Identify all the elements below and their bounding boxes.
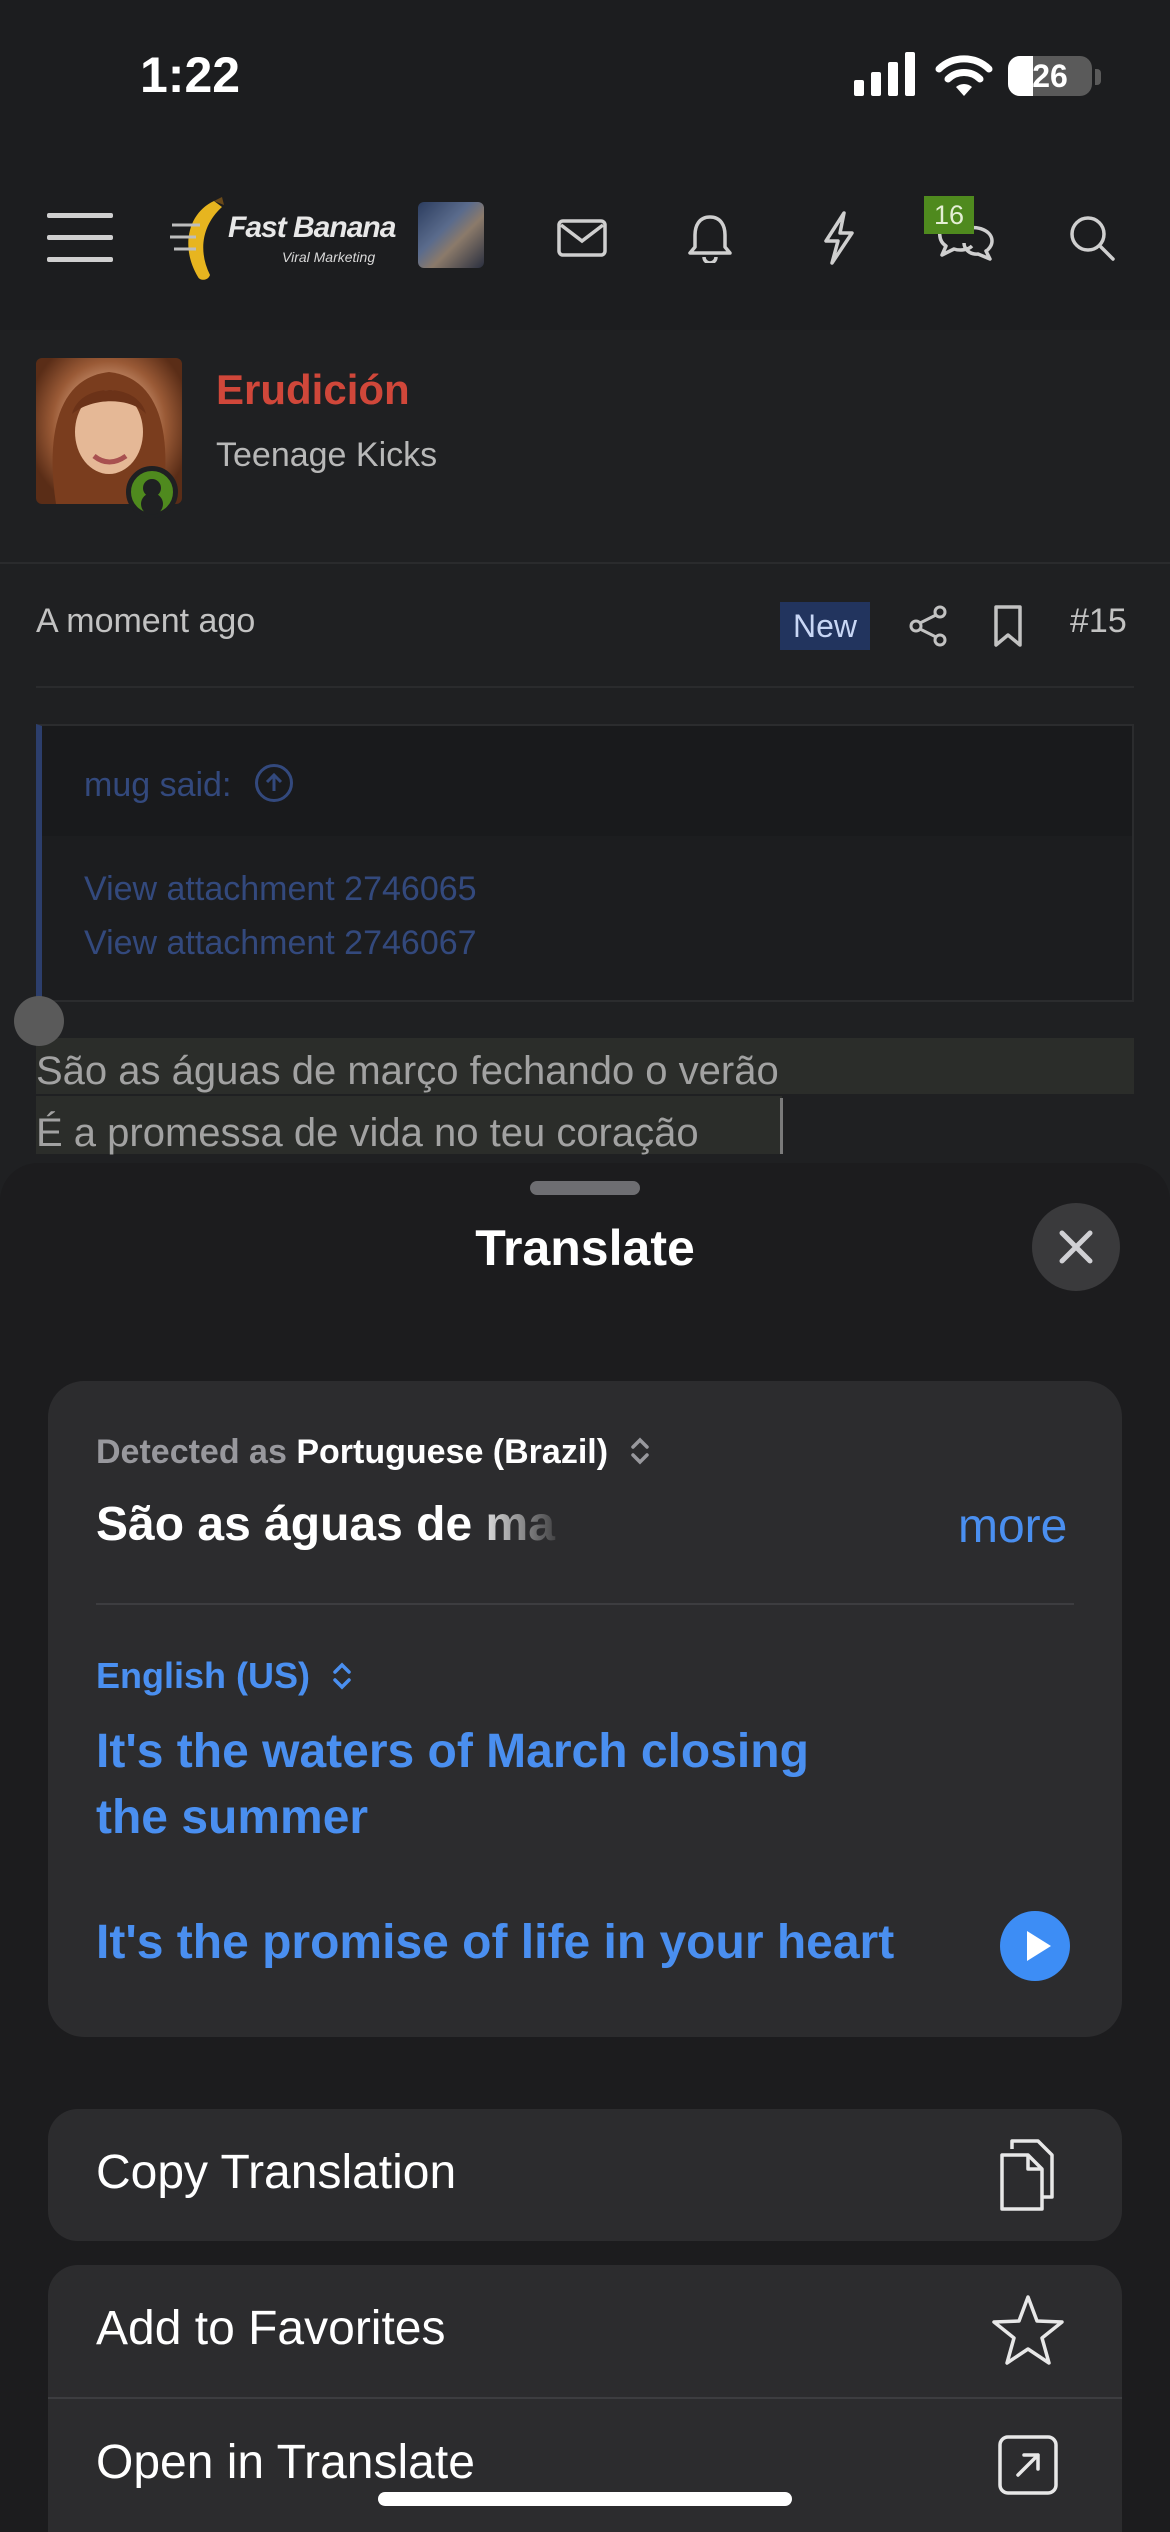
home-indicator[interactable] <box>378 2492 792 2506</box>
divider <box>36 686 1134 688</box>
chevron-up-down-icon <box>333 1662 351 1690</box>
open-external-icon <box>998 2435 1058 2495</box>
logo-subtitle: Viral Marketing <box>282 249 376 265</box>
post-body: São as águas de março fechando o verão É… <box>36 1040 779 1164</box>
post-timestamp[interactable]: A moment ago <box>36 602 255 641</box>
search-button[interactable] <box>1054 200 1130 276</box>
wifi-icon <box>935 55 993 96</box>
user-title: Teenage Kicks <box>216 436 438 474</box>
action-label: Open in Translate <box>96 2436 475 2489</box>
mail-icon <box>557 219 607 257</box>
post-line: São as águas de março fechando o verão <box>36 1049 779 1093</box>
play-translation-button[interactable] <box>1000 1911 1070 1981</box>
quote-author[interactable]: mug said: <box>84 766 231 804</box>
bookmark-icon[interactable] <box>988 604 1028 648</box>
target-language: English (US) <box>96 1655 310 1696</box>
quote-header[interactable]: mug said: <box>42 726 1132 836</box>
close-button[interactable] <box>1032 1203 1120 1291</box>
alerts-button[interactable] <box>672 200 748 276</box>
action-label: Copy Translation <box>96 2146 457 2199</box>
whats-new-button[interactable] <box>800 200 876 276</box>
translation-card: Detected as Portuguese (Brazil) São as á… <box>48 1381 1122 2037</box>
cellular-signal-icon <box>854 52 915 96</box>
translation-line: It's the waters of March closing the sum… <box>96 1725 809 1844</box>
battery-level: 26 <box>1032 58 1068 94</box>
attachment-link[interactable]: View attachment 2746067 <box>84 916 1132 970</box>
sheet-title: Translate <box>475 1220 695 1276</box>
copy-translation-button[interactable]: Copy Translation <box>48 2109 1122 2241</box>
new-badge: New <box>780 602 870 650</box>
translate-sheet: Translate Detected as Portuguese (Brazil… <box>0 1163 1170 2532</box>
selection-end-handle[interactable] <box>780 1098 783 1154</box>
more-button[interactable]: more <box>958 1499 1067 1554</box>
selection-start-handle[interactable] <box>14 996 64 1046</box>
battery-icon: 26 <box>1008 56 1092 96</box>
source-language-selector[interactable]: Detected as Portuguese (Brazil) <box>96 1433 652 1472</box>
inbox-button[interactable] <box>544 200 620 276</box>
post-username[interactable]: Erudición <box>216 366 410 414</box>
star-icon <box>992 2295 1064 2365</box>
post-line: É a promessa de vida no teu coração <box>36 1111 699 1155</box>
chevron-up-down-icon <box>630 1437 649 1465</box>
battery-nub <box>1095 69 1101 85</box>
copy-icon <box>1000 2139 1054 2211</box>
status-time: 1:22 <box>140 47 241 103</box>
online-status-icon <box>126 466 178 518</box>
menu-button[interactable] <box>42 200 118 276</box>
status-bar: 1:22 26 <box>0 0 1170 150</box>
open-in-translate-button[interactable]: Open in Translate <box>48 2399 1122 2532</box>
action-label: Add to Favorites <box>96 2302 446 2355</box>
translation-line: It's the promise of life in your heart <box>96 1916 895 1969</box>
close-icon <box>1059 1230 1093 1264</box>
quote-block: mug said: View attachment 2746065 View a… <box>36 724 1134 1002</box>
account-avatar[interactable] <box>418 202 484 268</box>
detected-label: Detected as <box>96 1433 287 1471</box>
divider <box>0 562 1170 564</box>
jump-to-quote-icon[interactable] <box>254 764 293 802</box>
share-icon[interactable] <box>906 604 950 648</box>
target-language-selector[interactable]: English (US) <box>96 1655 354 1697</box>
search-icon <box>1070 216 1115 261</box>
bell-icon <box>688 215 732 263</box>
forum-header: Fast Banana Viral Marketing 16 <box>0 150 1170 330</box>
menu-icon <box>47 213 113 262</box>
conversations-badge: 16 <box>924 196 974 234</box>
sheet-grabber[interactable] <box>530 1181 640 1195</box>
add-to-favorites-button[interactable]: Add to Favorites <box>48 2265 1122 2397</box>
attachment-link[interactable]: View attachment 2746065 <box>84 862 1132 916</box>
logo-title: Fast Banana <box>228 211 396 244</box>
post-number[interactable]: #15 <box>1070 602 1127 641</box>
bolt-icon <box>824 211 854 265</box>
site-logo[interactable]: Fast Banana Viral Marketing <box>170 195 396 285</box>
text-fade <box>468 1497 578 1559</box>
divider <box>96 1603 1074 1605</box>
source-language: Portuguese (Brazil) <box>296 1433 609 1471</box>
quote-body: View attachment 2746065 View attachment … <box>42 836 1132 970</box>
forum-post: Erudición Teenage Kicks A moment ago New… <box>0 330 1170 1230</box>
